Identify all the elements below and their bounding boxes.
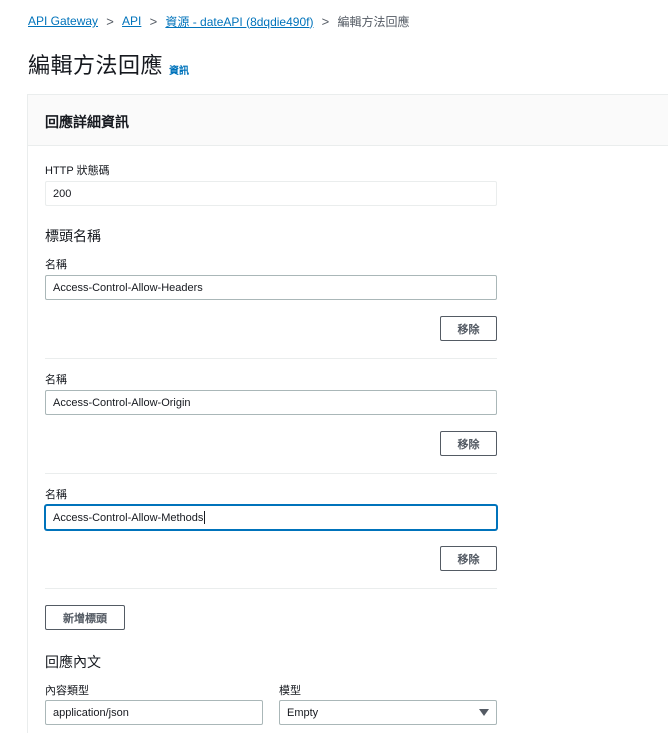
text-caret xyxy=(204,511,206,524)
divider xyxy=(45,473,497,474)
remove-header-button[interactable]: 移除 xyxy=(440,316,497,341)
divider xyxy=(45,588,497,589)
breadcrumb-resources[interactable]: 資源 - dateAPI (8dqdie490f) xyxy=(165,13,313,30)
breadcrumb-api[interactable]: API xyxy=(122,14,141,28)
header-name-input[interactable]: Access-Control-Allow-Methods xyxy=(45,505,497,530)
panel-header: 回應詳細資訊 xyxy=(28,95,668,146)
content-type-label: 內容類型 xyxy=(45,685,89,697)
divider xyxy=(45,358,497,359)
remove-header-button[interactable]: 移除 xyxy=(440,546,497,571)
chevron-right-icon: > xyxy=(149,13,158,29)
header-name-value: Access-Control-Allow-Headers xyxy=(53,281,203,294)
page-title: 編輯方法回應 xyxy=(28,53,164,78)
header-name-label: 名稱 xyxy=(45,259,67,271)
header-name-value: Access-Control-Allow-Origin xyxy=(53,396,191,409)
breadcrumb: API Gateway > API > 資源 - dateAPI (8dqdie… xyxy=(28,13,409,29)
content-type-value: application/json xyxy=(53,706,129,719)
header-name-label: 名稱 xyxy=(45,374,67,386)
caret-down-icon xyxy=(479,709,489,716)
status-code-field: 200 xyxy=(45,181,497,206)
headers-section-title: 標頭名稱 xyxy=(45,228,101,244)
model-select[interactable]: Empty xyxy=(279,700,497,725)
body-section-title: 回應內文 xyxy=(45,654,101,670)
remove-header-button[interactable]: 移除 xyxy=(440,431,497,456)
status-code-value: 200 xyxy=(53,187,72,200)
panel-title: 回應詳細資訊 xyxy=(45,114,129,130)
add-header-button[interactable]: 新增標頭 xyxy=(45,605,125,630)
breadcrumb-current: 編輯方法回應 xyxy=(337,14,410,29)
model-label: 模型 xyxy=(279,685,301,697)
model-value: Empty xyxy=(287,706,319,719)
content-type-input[interactable]: application/json xyxy=(45,700,263,725)
header-name-label: 名稱 xyxy=(45,489,67,501)
response-details-panel: 回應詳細資訊 HTTP 狀態碼 200 標頭名稱 名稱 Access-Contr… xyxy=(27,94,668,733)
info-link[interactable]: 資訊 xyxy=(169,62,189,77)
breadcrumb-api-gateway[interactable]: API Gateway xyxy=(28,14,98,28)
header-name-input[interactable]: Access-Control-Allow-Origin xyxy=(45,390,497,415)
chevron-right-icon: > xyxy=(106,13,114,29)
chevron-right-icon: > xyxy=(321,13,330,29)
status-code-label: HTTP 狀態碼 xyxy=(45,165,110,177)
header-name-input[interactable]: Access-Control-Allow-Headers xyxy=(45,275,497,300)
header-name-value: Access-Control-Allow-Methods xyxy=(53,511,204,524)
